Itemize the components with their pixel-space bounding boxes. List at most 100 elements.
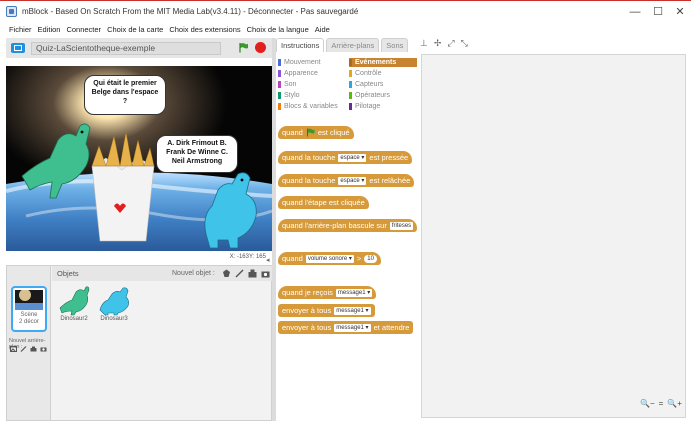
green-flag-icon[interactable] (238, 42, 249, 53)
menu-connect[interactable]: Connecter (63, 25, 104, 34)
block-label: et attendre (373, 323, 410, 332)
key-dropdown[interactable]: espace ▾ (338, 153, 367, 162)
mblock-app-icon (6, 6, 17, 17)
backdrop-library-icon[interactable] (10, 346, 17, 352)
block-label: envoyer à tous (282, 323, 332, 332)
message-dropdown[interactable]: message1 ▾ (334, 306, 371, 315)
block-when-key-released[interactable]: quand la touche espace ▾ est relâchée (278, 174, 415, 187)
stop-icon[interactable] (255, 42, 266, 53)
window-title: mBlock - Based On Scratch From the MIT M… (22, 7, 359, 16)
sprite-name: Dinosaur3 (100, 316, 128, 322)
zoom-reset-icon[interactable]: = (659, 399, 664, 408)
block-label: est cliqué (317, 128, 350, 137)
block-broadcast[interactable]: envoyer à tous message1 ▾ (278, 304, 375, 317)
dinosaur3-thumbnail (99, 287, 129, 316)
menu-file[interactable]: Fichier (0, 25, 35, 34)
backdrop-camera-icon[interactable] (40, 346, 47, 352)
backdrop-upload-icon[interactable] (30, 346, 37, 352)
new-object-label: Nouvel objet : (172, 270, 215, 277)
block-label: quand la touche (282, 176, 336, 185)
category-sound[interactable]: Son (278, 80, 346, 89)
grow-icon[interactable]: ⤢ (447, 38, 454, 49)
category-operators[interactable]: Opérateurs (349, 91, 417, 100)
sprite-tile-dinosaur2[interactable]: Dinosaur2 (56, 286, 92, 326)
project-name-field[interactable]: Quiz-LaScientotheque-exemple (31, 41, 221, 55)
category-events[interactable]: Evénements (349, 58, 417, 67)
block-categories: Mouvement Apparence Son Stylo Blocs & va… (276, 54, 421, 114)
category-motion[interactable]: Mouvement (278, 58, 346, 67)
zoom-controls: 🔍− = 🔍+ (640, 399, 682, 408)
speech-bubble-question: Qui était le premier Belge dans l'espace… (84, 75, 166, 115)
script-area[interactable]: 🔍− = 🔍+ (421, 54, 686, 418)
tab-instructions[interactable]: Instructions (276, 38, 325, 52)
tab-sounds[interactable]: Sons (381, 38, 409, 52)
block-when-sensor-greater[interactable]: quand volume sonore ▾ > 10 (278, 252, 381, 265)
sprite-library-icon[interactable] (222, 269, 231, 278)
maximize-button[interactable]: ☐ (648, 5, 668, 19)
stage-header: Quiz-LaScientotheque-exemple (6, 38, 272, 58)
shrink-icon[interactable]: ⤡ (461, 38, 468, 49)
camera-sprite-icon[interactable] (261, 269, 270, 278)
scene-label: Scène 2 décor (18, 312, 39, 325)
block-label: quand (282, 254, 303, 263)
backdrop-dropdown[interactable]: friteses (389, 221, 414, 230)
category-control[interactable]: Contrôle (349, 69, 417, 78)
block-label: quand l'étape est cliquée (282, 198, 365, 207)
block-when-key-pressed[interactable]: quand la touche espace ▾ est pressée (278, 151, 413, 164)
mouse-coordinates: X: -163Y: 165 (229, 254, 266, 260)
message-dropdown[interactable]: message1 ▾ (335, 288, 373, 297)
delete-icon[interactable]: ✢ (434, 38, 442, 49)
objects-label: Objets (57, 269, 79, 278)
tab-backdrops[interactable]: Arrière-plans (326, 38, 380, 52)
sprite-pane: Scène 2 décor Nouvel arrière-plan : Obje… (6, 265, 272, 421)
block-when-flag-clicked[interactable]: quand est cliqué (278, 126, 354, 139)
duplicate-icon[interactable]: ⊥ (420, 38, 428, 49)
block-label: > (356, 254, 362, 263)
close-button[interactable]: ✕ (670, 5, 690, 19)
threshold-input[interactable]: 10 (364, 254, 377, 263)
block-label: quand je reçois (282, 288, 333, 297)
stage-canvas[interactable]: Qui était le premier Belge dans l'espace… (6, 66, 272, 251)
block-when-backdrop-switches[interactable]: quand l'arrière-plan bascule sur fritese… (278, 219, 418, 232)
category-robots[interactable]: Pilotage (349, 102, 417, 111)
stage-panel: Quiz-LaScientotheque-exemple Qui était l… (6, 38, 272, 421)
block-when-stage-clicked[interactable]: quand l'étape est cliquée (278, 196, 369, 209)
upload-sprite-icon[interactable] (248, 269, 257, 278)
block-palette: quand est cliqué quand la touche espace … (276, 118, 421, 421)
fullscreen-icon[interactable] (11, 43, 25, 53)
menu-board[interactable]: Choix de la carte (104, 25, 166, 34)
minimize-button[interactable]: — (625, 5, 645, 19)
block-label: est pressée (369, 153, 409, 162)
menu-edit[interactable]: Edition (35, 25, 64, 34)
question-text: Qui était le premier Belge dans l'espace… (91, 80, 159, 105)
paint-sprite-icon[interactable] (235, 269, 244, 278)
sensor-dropdown[interactable]: volume sonore ▾ (305, 254, 354, 263)
block-label: quand (282, 128, 303, 137)
zoom-in-icon[interactable]: 🔍+ (667, 399, 682, 408)
category-sensing[interactable]: Capteurs (349, 80, 417, 89)
sprite-tile-dinosaur3[interactable]: Dinosaur3 (96, 286, 132, 326)
stage-thumbnail[interactable]: Scène 2 décor (11, 286, 47, 332)
menu-help[interactable]: Aide (312, 25, 333, 34)
green-flag-icon (306, 128, 315, 137)
zoom-out-icon[interactable]: 🔍− (640, 399, 655, 408)
answers-text: A. Dirk Frimout B. Frank De Winne C. Nei… (166, 140, 228, 165)
backdrop-tools (10, 346, 47, 352)
message-dropdown[interactable]: message1 ▾ (334, 323, 371, 332)
key-dropdown[interactable]: espace ▾ (338, 176, 367, 185)
menu-language[interactable]: Choix de la langue (244, 25, 312, 34)
objects-header: Objets Nouvel objet : (52, 266, 272, 281)
backdrop-paint-icon[interactable] (20, 346, 27, 352)
collapse-arrow-icon[interactable]: ◂ (266, 256, 272, 264)
stage-thumbnail-image (15, 290, 43, 310)
block-label: quand l'arrière-plan bascule sur (282, 221, 387, 230)
editor-tabs: Instructions Arrière-plans Sons (276, 38, 418, 52)
category-data[interactable]: Blocs & variables (278, 102, 346, 111)
dinosaur2-thumbnail (59, 286, 90, 316)
block-when-i-receive[interactable]: quand je reçois message1 ▾ (278, 286, 377, 299)
block-broadcast-and-wait[interactable]: envoyer à tous message1 ▾ et attendre (278, 321, 414, 334)
new-object-tools (222, 269, 270, 278)
category-looks[interactable]: Apparence (278, 69, 346, 78)
menu-extensions[interactable]: Choix des extensions (166, 25, 243, 34)
category-pen[interactable]: Stylo (278, 91, 346, 100)
